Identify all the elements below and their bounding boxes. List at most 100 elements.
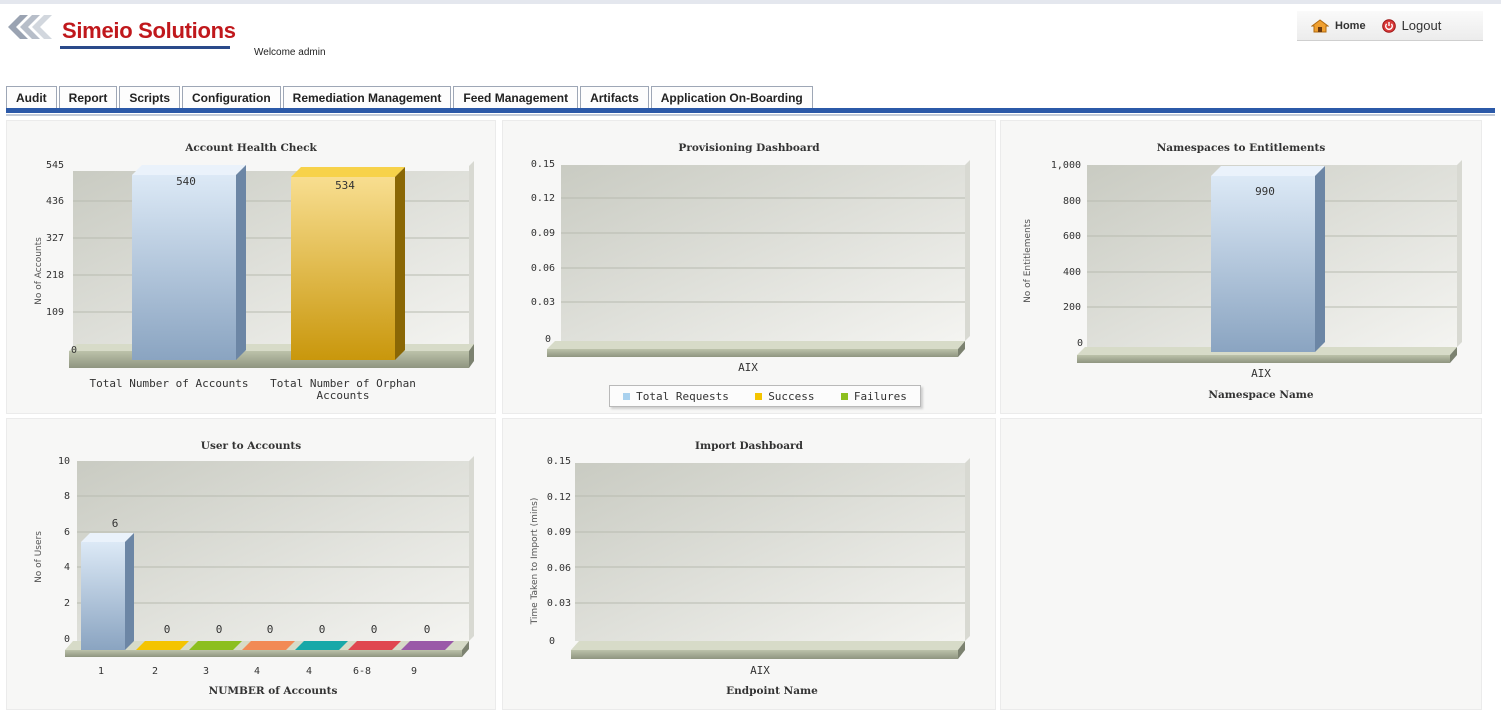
ytick: 400 [1063,267,1081,278]
import-ylabel: Time Taken to Import (mins) [530,498,540,626]
xtick-label: AIX [1251,367,1271,380]
ytick: 109 [46,307,64,318]
account-health-chart: 545 436 327 218 109 0 No of Accounts 540… [34,160,474,402]
empty-panel [1000,418,1482,710]
user-accounts-yticks: 10 8 6 4 2 0 [58,456,70,645]
data-label: 534 [335,179,355,192]
data-label: 0 [424,623,431,636]
ytick: 0.12 [531,193,555,204]
ytick: 200 [1063,302,1081,313]
home-link[interactable]: Home [1311,18,1366,33]
welcome-text: Welcome admin [254,47,326,58]
ytick: 218 [46,270,64,281]
ytick: 0.15 [531,159,555,170]
import-panel: Import Dashboard 0.15 0.12 0.09 0.06 0.0… [502,418,996,710]
ytick: 0.15 [547,456,571,467]
ytick: 1,000 [1051,160,1081,171]
ytick: 800 [1063,196,1081,207]
tab-remediation-management[interactable]: Remediation Management [282,86,452,108]
xtick-label: 4 [306,666,312,677]
ytick: 327 [46,233,64,244]
logout-label: Logout [1401,18,1442,33]
tab-configuration[interactable]: Configuration [182,86,281,108]
data-label: 6 [112,517,119,530]
simeio-logo-icon [8,15,52,39]
ytick: 8 [64,491,70,502]
ytick: 10 [58,456,70,467]
tabbar-shadow-line [6,114,1495,116]
account-health-yticks: 545 436 327 218 109 0 [46,160,77,356]
data-label: 0 [319,623,326,636]
xtick-label: AIX [738,361,758,374]
xtick-label: Total Number of Accounts [90,377,249,390]
tab-feed-management[interactable]: Feed Management [453,86,579,108]
xtick-label: 6-8 [353,666,371,677]
data-label: 0 [216,623,223,636]
brand-name: Simeio Solutions [62,18,236,43]
legend-swatch [755,392,763,400]
provisioning-legend: Total Requests Success Failures [609,385,921,407]
data-label: 990 [1255,185,1275,198]
nav-tabs: Audit Report Scripts Configuration Remed… [6,86,815,108]
tab-scripts[interactable]: Scripts [119,86,181,108]
xtick-label: AIX [750,664,770,677]
bar-users-1 [81,533,134,650]
legend-label: Success [768,389,815,403]
data-label: 0 [267,623,274,636]
xtick-label: 4 [254,666,260,677]
ytick: 0 [549,636,555,647]
data-label: 540 [176,175,196,188]
import-xlabel: Endpoint Name [726,685,818,697]
ytick: 0.06 [531,263,555,274]
tab-report[interactable]: Report [58,86,118,108]
home-icon [1311,18,1329,32]
namespaces-chart: 1,000 800 600 400 200 0 No of Entitlemen… [1023,160,1462,401]
xtick-label: 1 [98,666,104,677]
ytick: 0.03 [547,598,571,609]
ytick: 600 [1063,231,1081,242]
ytick: 6 [64,527,70,538]
data-label: 0 [164,623,171,636]
ytick: 0.12 [547,492,571,503]
xtick-label: 2 [152,666,158,677]
power-icon [1381,18,1396,33]
home-label: Home [1335,19,1366,32]
xtick-label: 9 [411,666,417,677]
tab-application-on-boarding[interactable]: Application On-Boarding [650,86,813,108]
ytick: 4 [64,562,70,573]
top-links: Home Logout [1297,11,1483,41]
xtick-label: 3 [203,666,209,677]
ytick: 0 [545,334,551,345]
user-accounts-xlabel: NUMBER of Accounts [209,685,338,697]
ytick: 0.06 [547,563,571,574]
provisioning-panel: Provisioning Dashboard 0.15 0.12 0.09 0.… [502,120,996,414]
namespaces-xlabel: Namespace Name [1208,389,1313,401]
legend-label: Failures [853,389,907,403]
legend-swatch [840,392,848,400]
legend-item: Success [755,389,815,403]
bar-total-accounts [132,165,246,360]
bar-orphan-accounts [291,167,405,360]
ytick: 436 [46,196,64,207]
tab-audit[interactable]: Audit [6,86,57,108]
user-accounts-xticks: 1 2 3 4 4 6-8 9 [98,666,417,677]
user-accounts-chart: 10 8 6 4 2 0 No of Users 6 0 0 0 0 0 0 1… [34,456,474,697]
ytick: 2 [64,598,70,609]
logout-link[interactable]: Logout [1381,18,1442,33]
tab-artifacts[interactable]: Artifacts [580,86,649,108]
brand-underline [60,46,230,49]
tabbar-line [6,108,1495,113]
legend-swatch [623,392,631,400]
provisioning-chart: 0.15 0.12 0.09 0.06 0.03 0 AIX [531,159,970,374]
ytick: 0.09 [547,527,571,538]
provisioning-yticks: 0.15 0.12 0.09 0.06 0.03 0 [531,159,555,345]
ytick: 0 [64,634,70,645]
user-accounts-panel: User to Accounts 10 8 6 4 2 0 No of User… [6,418,496,710]
legend-item: Total Requests [623,390,729,403]
import-yticks: 0.15 0.12 0.09 0.06 0.03 0 [547,456,571,647]
ytick: 0 [71,345,77,356]
data-label: 0 [371,623,378,636]
ytick: 0.03 [531,297,555,308]
account-health-ylabel: No of Accounts [34,237,44,305]
legend-item: Failures [840,389,907,403]
